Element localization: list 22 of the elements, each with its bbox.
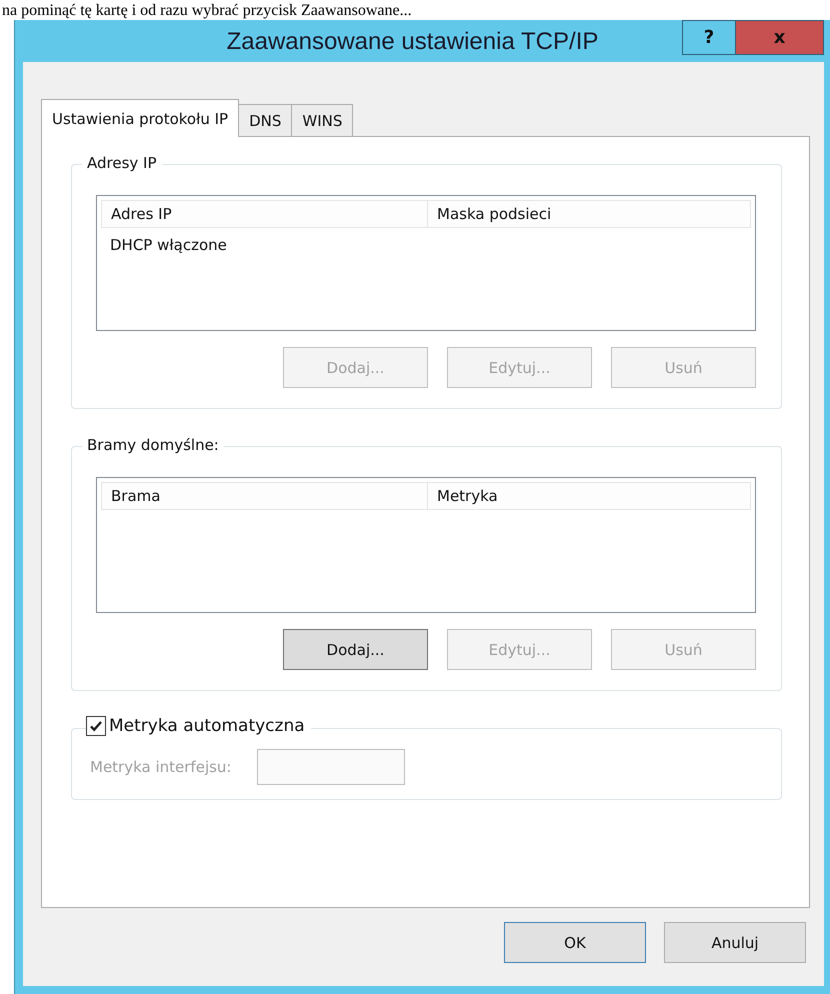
list-view[interactable]: Brama Metryka [96, 477, 756, 613]
page-text: na pominąć tę kartę i od razu wybrać przycisk Zaawansowane... [2, 1, 412, 20]
group-title: Bramy domyślne: [82, 436, 224, 454]
list-view[interactable]: Adres IP Maska podsieci DHCP włączone [96, 195, 756, 331]
column-header[interactable]: Adres IP [102, 201, 428, 227]
table-cell-text: DHCP włączone [109, 235, 228, 256]
window-title: Zaawansowane ustawienia TCP/IP [226, 27, 600, 57]
column-header[interactable]: Maska podsieci [428, 201, 750, 227]
column-header[interactable]: Brama [102, 483, 428, 509]
field-label: Metryka interfejsu: [90, 758, 232, 776]
tab[interactable]: WINS [291, 104, 354, 136]
button[interactable]: Anuluj [664, 922, 806, 963]
help-button[interactable]: ? [682, 20, 736, 55]
tab[interactable]: Ustawienia protokołu IP [41, 99, 240, 137]
button[interactable]: Dodaj... [283, 629, 428, 670]
column-header[interactable]: Metryka [428, 483, 750, 509]
group-title: Adresy IP [82, 154, 162, 172]
close-button[interactable]: x [736, 20, 824, 55]
button[interactable]: OK [504, 922, 646, 963]
checkbox-label[interactable]: Metryka automatyczna [106, 716, 311, 736]
tab[interactable]: DNS [238, 104, 292, 136]
checkbox[interactable] [86, 716, 106, 736]
